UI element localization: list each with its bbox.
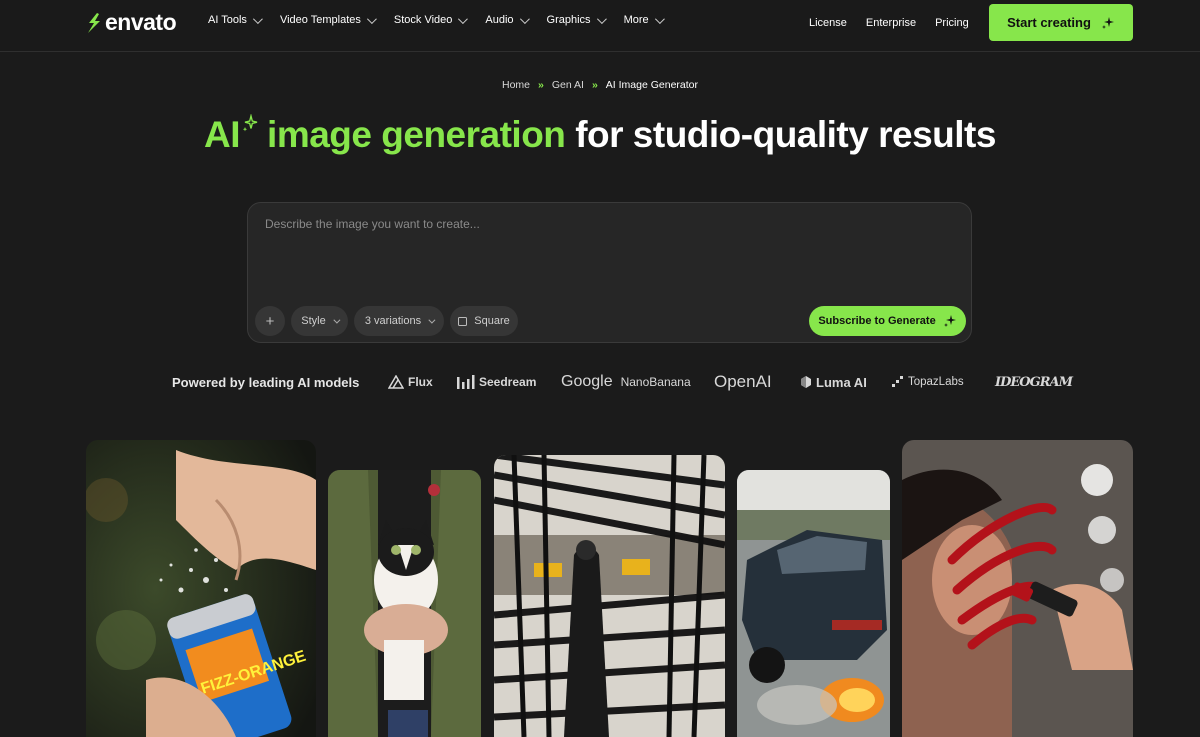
- aspect-ratio-button[interactable]: Square: [450, 306, 518, 336]
- lipstick-mirror-image: [902, 440, 1133, 737]
- nav-ai-tools[interactable]: AI Tools: [208, 13, 263, 26]
- chevron-down-icon: [596, 13, 607, 24]
- model-subname: NanoBanana: [620, 375, 691, 389]
- start-creating-button[interactable]: Start creating: [989, 4, 1133, 41]
- model-name: Seedream: [479, 375, 537, 389]
- prompt-input[interactable]: [265, 217, 945, 231]
- main-menu: AI Tools Video Templates Stock Video Aud…: [208, 13, 665, 26]
- model-name: IDEOGRAM: [995, 374, 1073, 390]
- nav-more[interactable]: More: [623, 13, 665, 26]
- luma-icon: [801, 376, 811, 388]
- model-name: OpenAI: [714, 372, 772, 391]
- cat-image: [328, 470, 481, 737]
- plus-icon: +: [265, 312, 275, 330]
- chevron-down-icon: [519, 13, 530, 24]
- aspect-label: Square: [474, 315, 510, 327]
- nav-label: Graphics: [546, 14, 591, 26]
- sparkle-icon: [1101, 16, 1114, 29]
- soda-can-image: FIZZ-ORANGE: [86, 440, 316, 737]
- title-white-phrase: for studio-quality results: [575, 114, 996, 155]
- breadcrumb-separator: »: [538, 79, 544, 91]
- nav-stock-video[interactable]: Stock Video: [393, 13, 469, 26]
- style-dropdown[interactable]: Style: [291, 306, 348, 336]
- model-ideogram: IDEOGRAM: [995, 369, 1073, 395]
- seedream-icon: [457, 375, 475, 389]
- gallery-image-cat[interactable]: [328, 470, 481, 737]
- city-shadows-image: [494, 455, 725, 737]
- envato-logo[interactable]: envato: [86, 9, 177, 36]
- model-openai: OpenAI: [714, 369, 772, 395]
- gallery-image-city-shadows[interactable]: [494, 455, 725, 737]
- brand-name: envato: [105, 9, 177, 35]
- nav-label: AI Tools: [208, 14, 247, 26]
- nav-label: More: [623, 14, 649, 26]
- breadcrumb-separator: »: [591, 79, 598, 91]
- title-green-phrase: image generation: [267, 114, 566, 155]
- sparkle-icon: [943, 315, 956, 327]
- nav-label: Audio: [485, 14, 514, 26]
- top-nav: envato AI Tools Video Templates Stock Vi…: [0, 0, 1200, 52]
- model-name: Luma AI: [816, 374, 867, 390]
- gallery-image-lipstick-mirror[interactable]: [902, 440, 1133, 737]
- flux-icon: [388, 375, 404, 389]
- model-seedream: Seedream: [457, 369, 536, 395]
- model-flux: Flux: [388, 369, 433, 395]
- model-name: Flux: [408, 375, 433, 389]
- model-topaz: TopazLabs: [892, 369, 964, 395]
- chevron-down-icon: [252, 13, 263, 24]
- nav-graphics[interactable]: Graphics: [546, 13, 607, 26]
- nav-label: Stock Video: [393, 14, 453, 26]
- subscribe-to-generate-button[interactable]: Subscribe to Generate: [809, 306, 966, 336]
- model-name: TopazLabs: [908, 376, 964, 388]
- nav-label: Video Templates: [279, 14, 361, 26]
- models-strip: Powered by leading AI models Flux Seedre…: [0, 369, 1200, 395]
- chevron-down-icon: [333, 316, 341, 324]
- gallery-image-muscle-car[interactable]: [737, 470, 890, 737]
- models-label: Powered by leading AI models: [172, 375, 360, 390]
- muscle-car-image: [737, 470, 890, 737]
- title-ai: AI: [204, 114, 241, 155]
- model-luma: Luma AI: [800, 369, 867, 395]
- generate-label: Subscribe to Generate: [818, 315, 936, 327]
- nav-secondary: License Enterprise Pricing: [809, 17, 969, 29]
- add-attachment-button[interactable]: +: [255, 306, 285, 336]
- variations-label: 3 variations: [364, 315, 422, 327]
- variations-dropdown[interactable]: 3 variations: [354, 306, 444, 336]
- nav-video-templates[interactable]: Video Templates: [279, 13, 377, 26]
- model-name: Google: [561, 373, 613, 390]
- nav-audio[interactable]: Audio: [485, 13, 530, 26]
- breadcrumb-gen-ai[interactable]: Gen AI: [552, 79, 584, 91]
- style-label: Style: [301, 315, 326, 327]
- breadcrumb-home[interactable]: Home: [502, 79, 530, 91]
- prompt-box: + Style 3 variations Square Subscribe to…: [247, 202, 972, 343]
- license-link[interactable]: License: [809, 17, 847, 29]
- pricing-link[interactable]: Pricing: [935, 17, 969, 29]
- topaz-icon: [892, 376, 903, 387]
- chevron-down-icon: [428, 316, 436, 324]
- square-icon: [458, 316, 468, 326]
- chevron-down-icon: [458, 13, 469, 24]
- breadcrumb: Home » Gen AI » AI Image Generator: [0, 79, 1200, 91]
- chevron-down-icon: [654, 13, 665, 24]
- gallery-image-soda-can[interactable]: FIZZ-ORANGE: [86, 440, 316, 737]
- page-title: AI image generation for studio-quality re…: [0, 114, 1200, 156]
- enterprise-link[interactable]: Enterprise: [866, 17, 916, 29]
- cta-label: Start creating: [1007, 15, 1091, 30]
- model-google-nanobanana: Google NanoBanana: [561, 369, 691, 395]
- breadcrumb-current: AI Image Generator: [605, 79, 699, 91]
- chevron-down-icon: [366, 13, 377, 24]
- sparkle-icon: [242, 114, 258, 132]
- envato-leaf-icon: [88, 12, 100, 33]
